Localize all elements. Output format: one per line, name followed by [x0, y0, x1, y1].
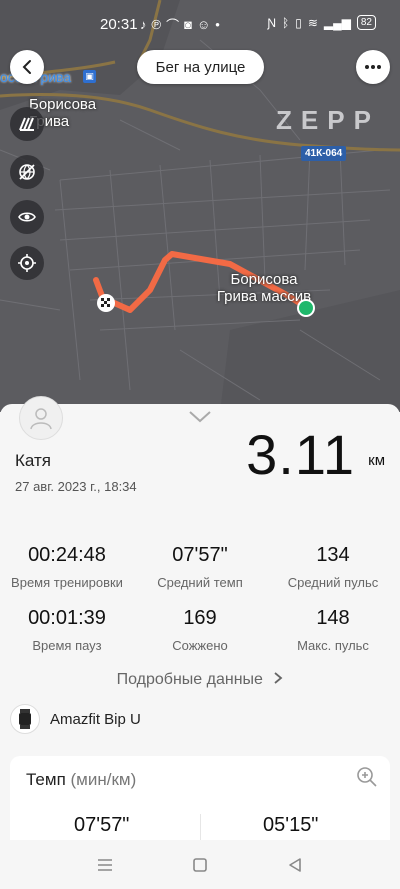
stat-label: Средний пульс — [287, 575, 379, 590]
workout-date: 27 авг. 2023 г., 18:34 — [15, 479, 137, 494]
back-triangle-icon — [289, 858, 301, 872]
pace-value-left: 07'57" — [74, 814, 130, 836]
finish-flag-icon — [97, 294, 115, 312]
stat-workout-time: 00:24:48 Время тренировки — [0, 544, 134, 590]
system-nav-bar — [0, 840, 400, 889]
map-type-button[interactable] — [10, 155, 44, 189]
stat-label: Сожжено — [172, 638, 228, 653]
zepp-watermark: ZEPP — [276, 105, 380, 135]
locate-button[interactable] — [10, 246, 44, 280]
nav-home-button[interactable] — [187, 852, 213, 878]
signal-icon: ▂▄▆ — [323, 15, 351, 30]
start-point-icon — [297, 299, 315, 317]
user-icon — [30, 408, 52, 430]
pace-card-title: Темп (мин/км) — [26, 770, 136, 790]
stat-value: 169 — [183, 607, 217, 629]
chevron-down-icon[interactable] — [188, 410, 212, 424]
map-label-town-line1: Борисова — [29, 96, 97, 113]
battery-indicator: 82 — [356, 15, 376, 30]
stat-value: 00:24:48 — [28, 544, 106, 566]
eye-icon — [18, 212, 36, 222]
device-row[interactable]: Amazfit Bip U — [10, 704, 141, 734]
wifi-icon: ≋ — [307, 15, 318, 30]
workout-summary-sheet: Катя 27 авг. 2023 г., 18:34 3.11 км 00:2… — [0, 396, 400, 889]
message-icon: ☺ — [196, 17, 211, 32]
bluetooth-icon: ᛒ — [282, 15, 290, 30]
nfc-off-icon: Ɲ — [267, 15, 277, 30]
stat-label: Средний темп — [157, 575, 243, 590]
status-time: 20:31 — [100, 16, 138, 33]
stripes-icon — [19, 117, 34, 131]
train-icon: ▣ — [83, 70, 96, 83]
vibrate-icon: ▯ — [295, 15, 302, 30]
road-badge: 41К-064 — [301, 146, 347, 161]
status-system-icons: Ɲ ᛒ ▯ ≋ ▂▄▆ 82 — [267, 15, 376, 30]
stat-label: Время пауз — [32, 638, 102, 653]
crosshair-icon — [18, 254, 36, 272]
stat-avg-heart-rate: 134 Средний пульс — [266, 544, 400, 590]
stat-value: 07'57" — [172, 544, 228, 566]
tiktok-icon: ♪ — [140, 17, 147, 32]
stat-avg-pace: 07'57" Средний темп — [133, 544, 267, 590]
visibility-button[interactable] — [10, 200, 44, 234]
status-bar: 20:31 ♪ ℗ ⌒ ◙ ☺ • Ɲ ᛒ ▯ ≋ ▂▄▆ 82 — [0, 0, 400, 48]
detailed-data-link[interactable]: Подробные данные — [0, 671, 400, 689]
stat-label: Время тренировки — [11, 575, 123, 590]
pinterest-icon: ℗ — [151, 17, 162, 32]
avatar[interactable] — [19, 396, 63, 440]
distance-unit: км — [368, 452, 385, 469]
pace-value-right: 05'15" — [263, 814, 319, 836]
stat-value: 148 — [316, 607, 350, 629]
workout-type-title: Бег на улице — [137, 50, 264, 84]
pace-title: Темп — [26, 770, 66, 789]
chevron-right-icon — [274, 672, 283, 684]
menu-icon — [98, 859, 112, 871]
stat-value: 00:01:39 — [28, 607, 106, 629]
home-square-icon — [193, 858, 207, 872]
more-dots-icon — [365, 65, 381, 69]
distance-value: 3.11 — [246, 423, 355, 486]
status-notification-icons: ♪ ℗ ⌒ ◙ ☺ • — [140, 15, 220, 34]
arc-icon: ⌒ — [166, 18, 180, 33]
more-options-button[interactable] — [356, 50, 390, 84]
nav-recents-button[interactable] — [92, 852, 118, 878]
user-name: Катя — [15, 451, 51, 470]
map-label-area-line1: Борисова — [230, 271, 298, 288]
camera-icon: ◙ — [184, 17, 192, 32]
globe-off-icon — [19, 164, 35, 180]
back-button[interactable] — [10, 50, 44, 84]
stat-pause-time: 00:01:39 Время пауз — [0, 607, 134, 653]
pace-unit: (мин/км) — [70, 770, 137, 789]
stat-calories: 169 Сожжено — [133, 607, 267, 653]
detailed-data-label: Подробные данные — [116, 671, 263, 688]
layers-toggle-button[interactable] — [10, 107, 44, 141]
stat-value: 134 — [316, 544, 350, 566]
zoom-in-icon[interactable] — [356, 766, 378, 788]
dot-icon: • — [215, 17, 220, 32]
device-name: Amazfit Bip U — [50, 710, 141, 728]
nav-back-button[interactable] — [282, 852, 308, 878]
watch-icon — [10, 704, 40, 734]
stat-max-heart-rate: 148 Макс. пульс — [266, 607, 400, 653]
stat-label: Макс. пульс — [297, 638, 369, 653]
chevron-left-icon — [22, 60, 31, 74]
